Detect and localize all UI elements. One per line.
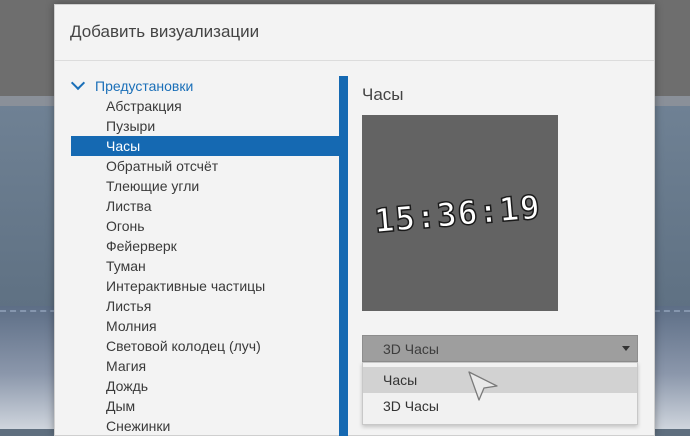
tree-root-presets[interactable]: Предустановки: [70, 75, 331, 96]
tree-items: Абстракция Пузыри Часы Обратный отсчёт Тлеющ…: [71, 96, 339, 436]
tree-item[interactable]: Тлеющие угли: [71, 176, 339, 196]
tree-item[interactable]: Дым: [71, 396, 339, 416]
caret-down-icon: [622, 346, 630, 351]
tree-item[interactable]: Пузыри: [71, 116, 339, 136]
tree-item[interactable]: Снежинки: [71, 416, 339, 436]
tree-item[interactable]: Абстракция: [71, 96, 339, 116]
dialog-header: Добавить визуализации: [55, 5, 654, 61]
tree-item[interactable]: Магия: [71, 356, 339, 376]
panel-divider[interactable]: [339, 76, 348, 436]
presets-tree: Предустановки Абстракция Пузыри Часы Обратн…: [70, 75, 339, 436]
clock-time-text: 15:36:19: [373, 187, 543, 240]
tree-root-label: Предустановки: [95, 78, 194, 94]
visualization-type-select[interactable]: 3D Часы: [362, 335, 638, 362]
add-visualization-dialog: Добавить визуализации Предустановки Абст…: [54, 4, 655, 436]
tree-item[interactable]: Листва: [71, 196, 339, 216]
dialog-title: Добавить визуализации: [70, 22, 260, 41]
tree-item[interactable]: Световой колодец (луч): [71, 336, 339, 356]
select-value: 3D Часы: [383, 341, 439, 357]
tree-item[interactable]: Туман: [71, 256, 339, 276]
tree-item[interactable]: Листья: [71, 296, 339, 316]
tree-item[interactable]: Огонь: [71, 216, 339, 236]
tree-item[interactable]: Обратный отсчёт: [71, 156, 339, 176]
tree-item[interactable]: Дождь: [71, 376, 339, 396]
tree-item[interactable]: Фейерверк: [71, 236, 339, 256]
preview-thumbnail: 15:36:19: [362, 115, 558, 311]
clock-preview-graphic: 15:36:19: [372, 186, 543, 241]
tree-item[interactable]: Часы: [71, 136, 339, 156]
preview-title: Часы: [362, 85, 404, 104]
tree-item[interactable]: Молния: [71, 316, 339, 336]
tree-item[interactable]: Интерактивные частицы: [71, 276, 339, 296]
chevron-down-icon[interactable]: [70, 75, 86, 91]
mouse-pointer-icon: [468, 371, 498, 401]
